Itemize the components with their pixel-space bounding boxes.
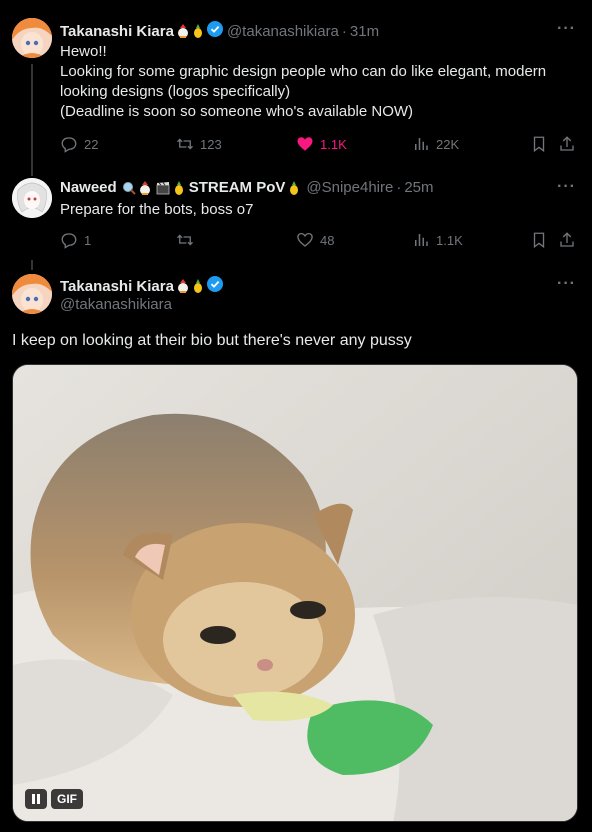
separator: · bbox=[396, 179, 402, 196]
clapper-emoji-icon bbox=[156, 181, 170, 195]
more-icon[interactable]: ··· bbox=[557, 275, 576, 293]
chicken-emoji-icon bbox=[139, 180, 151, 195]
handle[interactable]: @takanashikiara bbox=[227, 23, 339, 40]
more-icon[interactable]: ··· bbox=[557, 20, 576, 38]
thread-line-top bbox=[31, 170, 33, 176]
gif-media[interactable]: GIF bbox=[12, 364, 578, 822]
pineapple-emoji-icon bbox=[192, 24, 204, 38]
cat-gif-image bbox=[13, 365, 577, 821]
share-icon bbox=[560, 136, 574, 151]
bookmark-button[interactable] bbox=[530, 135, 554, 153]
chicken-emoji-icon bbox=[177, 24, 189, 38]
pineapple-emoji-icon bbox=[173, 180, 185, 195]
display-name[interactable]: Naweed bbox=[60, 179, 117, 196]
reply-count: 1 bbox=[84, 232, 92, 248]
action-bar: 1 48 1.1K bbox=[60, 231, 580, 251]
handle[interactable]: @takanashikiara bbox=[60, 296, 172, 313]
magnifier-emoji-icon bbox=[122, 181, 136, 195]
tweet-header: Takanashi Kiara @takanashikiara · 31m bbox=[60, 21, 379, 41]
bookmark-icon bbox=[533, 232, 545, 249]
share-icon bbox=[560, 232, 574, 247]
reply-icon bbox=[61, 137, 77, 153]
reply-icon bbox=[61, 233, 77, 249]
pineapple-emoji-icon bbox=[288, 180, 300, 195]
tweet-line: looking designs (logos specifically) bbox=[60, 83, 291, 100]
share-button[interactable] bbox=[558, 135, 582, 153]
gif-controls: GIF bbox=[25, 789, 83, 809]
thread-line-top bbox=[31, 260, 33, 270]
views-icon bbox=[415, 138, 428, 150]
views-button[interactable]: 22K bbox=[412, 135, 459, 153]
tweet-text: Prepare for the bots, boss o7 bbox=[60, 201, 254, 218]
handle[interactable]: @Snipe4hire bbox=[306, 179, 393, 196]
tweet-header: Naweed STREAM PoV @Snipe4hire · 25m bbox=[60, 179, 434, 196]
views-count: 22K bbox=[436, 136, 460, 152]
like-icon bbox=[297, 232, 313, 247]
repost-icon bbox=[177, 234, 193, 246]
action-bar: 22 123 1.1K 22K bbox=[60, 135, 580, 155]
repost-count: 123 bbox=[200, 136, 222, 152]
reply-button[interactable]: 1 bbox=[60, 231, 91, 249]
gif-label: GIF bbox=[51, 789, 83, 809]
reply-count: 22 bbox=[84, 136, 99, 152]
like-button[interactable]: 1.1K bbox=[296, 135, 347, 153]
timestamp[interactable]: 31m bbox=[350, 23, 379, 40]
repost-button[interactable] bbox=[176, 231, 200, 249]
more-icon[interactable]: ··· bbox=[557, 178, 576, 196]
tweet-line: Looking for some graphic design people w… bbox=[60, 63, 547, 80]
tweet-line: (Deadline is soon so someone who's avail… bbox=[60, 103, 414, 120]
share-button[interactable] bbox=[558, 231, 582, 249]
pineapple-emoji-icon bbox=[192, 279, 204, 293]
views-icon bbox=[415, 234, 428, 246]
tweet-text: Hewo!! Looking for some graphic design p… bbox=[60, 42, 580, 122]
tweet-text: I keep on looking at their bio but there… bbox=[12, 332, 412, 349]
chicken-emoji-icon bbox=[177, 279, 189, 293]
views-button[interactable]: 1.1K bbox=[412, 231, 463, 249]
repost-button[interactable]: 123 bbox=[176, 135, 222, 153]
display-name[interactable]: Takanashi Kiara bbox=[60, 278, 174, 295]
like-icon bbox=[297, 137, 313, 151]
avatar[interactable] bbox=[12, 178, 52, 218]
repost-icon bbox=[177, 138, 193, 150]
tweet-1[interactable]: Takanashi Kiara @takanashikiara · 31m ··… bbox=[0, 0, 592, 174]
avatar[interactable] bbox=[12, 274, 52, 314]
reply-button[interactable]: 22 bbox=[60, 135, 98, 153]
tweet-header: Takanashi Kiara bbox=[60, 276, 223, 296]
like-button[interactable]: 48 bbox=[296, 231, 334, 249]
timestamp[interactable]: 25m bbox=[404, 179, 433, 196]
tweet-2[interactable]: Naweed STREAM PoV @Snipe4hire · 25m ··· … bbox=[0, 170, 592, 260]
verified-icon[interactable] bbox=[206, 21, 223, 41]
bookmark-icon bbox=[533, 136, 545, 153]
bookmark-button[interactable] bbox=[530, 231, 554, 249]
avatar[interactable] bbox=[12, 18, 52, 58]
display-name[interactable]: Takanashi Kiara bbox=[60, 23, 174, 40]
tweet-line: Hewo!! bbox=[60, 43, 107, 60]
like-count: 1.1K bbox=[320, 136, 347, 152]
verified-icon[interactable] bbox=[206, 276, 223, 296]
stream-label[interactable]: STREAM PoV bbox=[189, 179, 286, 196]
pause-icon bbox=[32, 794, 40, 804]
thread-line bbox=[31, 64, 33, 174]
views-count: 1.1K bbox=[436, 232, 463, 248]
separator: · bbox=[341, 22, 347, 40]
pause-button[interactable] bbox=[25, 789, 47, 809]
like-count: 48 bbox=[320, 232, 335, 248]
